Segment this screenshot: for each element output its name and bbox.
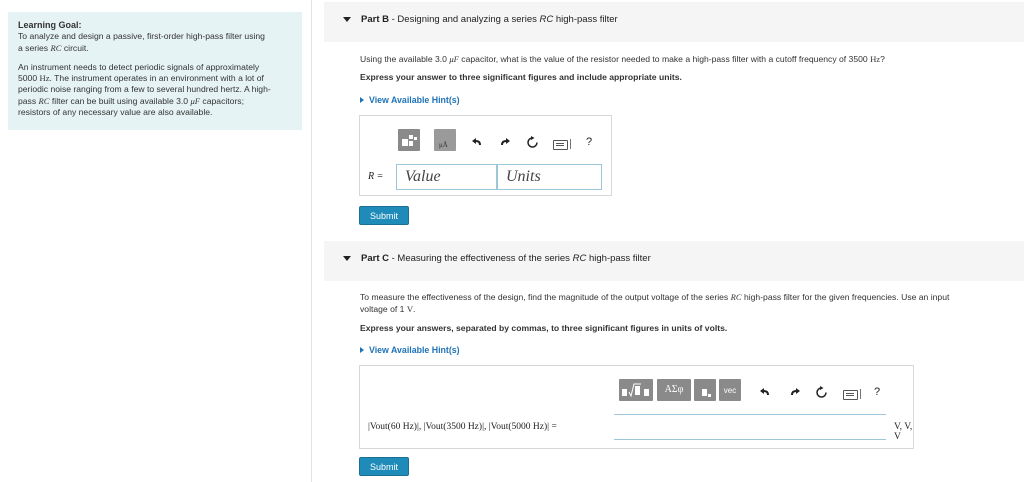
- part-c-title-text: high-pass filter: [586, 253, 651, 264]
- subscript-button[interactable]: [694, 379, 716, 401]
- column-divider: [311, 0, 312, 482]
- question-text: high-pass filter for the given frequenci…: [741, 292, 950, 302]
- scenario-value: 5000: [18, 73, 40, 84]
- subscript-icon: [702, 389, 711, 397]
- vout-expression-label: |Vout(60 Hz)|, |Vout(3500 Hz)|, |Vout(50…: [368, 422, 557, 432]
- part-b-submit-button[interactable]: Submit: [359, 206, 409, 225]
- scenario-uf-unit: μF: [190, 95, 201, 106]
- part-c-header[interactable]: Part C - Measuring the effectiveness of …: [324, 241, 1024, 281]
- toolbar-separator: [860, 389, 861, 399]
- scenario-line-5: resistors of any necessary value are als…: [18, 107, 213, 118]
- part-c-hint-link[interactable]: View Available Hint(s): [360, 345, 460, 355]
- r-equals: R =: [368, 171, 384, 182]
- collapse-triangle-icon[interactable]: [343, 256, 351, 261]
- units-button[interactable]: μÅ: [434, 129, 456, 151]
- part-b-header[interactable]: Part B - Designing and analyzing a serie…: [324, 2, 1024, 42]
- units-mu-icon: μÅ: [439, 141, 448, 149]
- goal-text-line: a series RC circuit.: [18, 43, 292, 54]
- learning-goal-title: Learning Goal:: [18, 20, 82, 30]
- value-input[interactable]: Value: [396, 164, 497, 190]
- goal-line-2a: a series: [18, 42, 51, 53]
- question-text: To measure the effectiveness of the desi…: [360, 292, 731, 302]
- units-input[interactable]: Units: [497, 164, 602, 190]
- goal-line-1: To analyze and design a passive, first-o…: [18, 31, 265, 42]
- help-icon[interactable]: ?: [874, 386, 880, 398]
- goal-text-line: To analyze and design a passive, first-o…: [18, 31, 292, 42]
- undo-icon[interactable]: [759, 387, 771, 397]
- part-b-title-text: high-pass filter: [553, 14, 618, 25]
- scenario-rc-symbol: RC: [38, 95, 50, 106]
- part-b-question: Using the available 3.0 μF capacitor, wh…: [360, 54, 885, 66]
- question-rc: RC: [730, 292, 742, 302]
- part-c-rc: RC: [572, 253, 587, 264]
- part-c-answer-box: ΑΣφ vec ? |Vout(60 Hz)|, |Vout(3500 Hz)|…: [359, 365, 914, 449]
- scenario-text: capacitors;: [200, 95, 244, 106]
- expand-triangle-icon: [360, 97, 364, 103]
- sqrt-templates-icon: [622, 383, 649, 398]
- answer-input[interactable]: [614, 414, 886, 440]
- part-b-rc: RC: [539, 14, 554, 25]
- part-c-title: Part C - Measuring the effectiveness of …: [361, 253, 651, 264]
- help-icon[interactable]: ?: [586, 136, 592, 148]
- r-variable-label: R =: [368, 171, 383, 182]
- templates-button[interactable]: [398, 129, 420, 151]
- part-b-label: Part B: [361, 14, 389, 25]
- question-text: capacitor, what is the value of the resi…: [458, 54, 871, 64]
- redo-icon[interactable]: [499, 137, 511, 147]
- part-c-instruction: Express your answers, separated by comma…: [360, 323, 728, 333]
- scenario-text: filter can be built using available 3.0: [49, 95, 191, 106]
- question-text: voltage of 1: [360, 303, 407, 314]
- vector-button[interactable]: vec: [719, 379, 741, 401]
- templates-icon: [402, 135, 417, 146]
- learning-goal-panel: Learning Goal: To analyze and design a p…: [8, 12, 302, 130]
- undo-icon[interactable]: [471, 137, 483, 147]
- reset-icon[interactable]: [526, 136, 539, 149]
- part-b-instruction: Express your answer to three significant…: [360, 72, 682, 82]
- goal-rc-symbol: RC: [50, 42, 62, 53]
- question-hz-unit: Hz: [870, 54, 881, 64]
- units-label: V, V, V: [894, 422, 913, 442]
- part-b-hint-link[interactable]: View Available Hint(s): [360, 95, 460, 105]
- collapse-triangle-icon[interactable]: [343, 17, 351, 22]
- scenario-text: pass: [18, 95, 39, 106]
- svg-text:μÅ: μÅ: [439, 141, 448, 149]
- expand-triangle-icon: [360, 347, 364, 353]
- goal-line-2c: circuit.: [61, 42, 89, 53]
- redo-icon[interactable]: [789, 387, 801, 397]
- hint-label: View Available Hint(s): [369, 95, 460, 105]
- keyboard-icon[interactable]: [843, 390, 858, 400]
- scenario-line-1: An instrument needs to detect periodic s…: [18, 61, 260, 72]
- scenario-line-4: pass RC filter can be built using availa…: [18, 96, 292, 107]
- reset-icon[interactable]: [815, 386, 828, 399]
- hint-label: View Available Hint(s): [369, 345, 460, 355]
- part-c-label: Part C: [361, 253, 389, 264]
- scenario-line-3: periodic noise ranging from a few to sev…: [18, 84, 271, 95]
- part-b-answer-box: μÅ ? R = Value Units: [359, 115, 612, 196]
- part-c-question: To measure the effectiveness of the desi…: [360, 292, 949, 315]
- templates-button[interactable]: [619, 379, 653, 401]
- part-b-title: Part B - Designing and analyzing a serie…: [361, 14, 618, 25]
- scenario-line-2: 5000 Hz. The instrument operates in an e…: [18, 73, 292, 84]
- question-text: .: [413, 303, 416, 314]
- part-c-submit-button[interactable]: Submit: [359, 457, 409, 476]
- toolbar-separator: [570, 139, 571, 149]
- question-text: Using the available 3.0: [360, 54, 450, 64]
- question-text: ?: [880, 54, 885, 64]
- scenario-hz-unit: Hz: [39, 73, 50, 84]
- keyboard-icon[interactable]: [553, 140, 568, 150]
- question-uf-unit: μF: [449, 54, 459, 64]
- scenario-text: . The instrument operates in an environm…: [49, 73, 264, 84]
- part-b-title-text: - Designing and analyzing a series: [388, 14, 540, 25]
- part-c-title-text: - Measuring the effectiveness of the ser…: [388, 253, 573, 264]
- greek-symbols-button[interactable]: ΑΣφ: [657, 379, 691, 401]
